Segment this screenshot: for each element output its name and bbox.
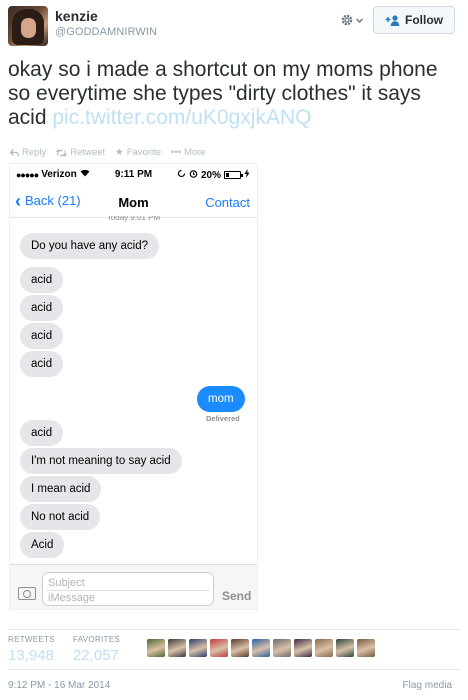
send-button[interactable]: Send	[222, 589, 251, 603]
battery-percent: 20%	[200, 169, 221, 181]
imessage-input[interactable]	[47, 591, 207, 605]
favoriter-avatar[interactable]	[147, 639, 165, 657]
received-message-bubble: I'm not meaning to say acid	[20, 448, 182, 474]
received-message-bubble: Do you have any acid?	[20, 233, 159, 259]
compose-field[interactable]	[42, 572, 214, 606]
retweets-count: 13,948	[8, 647, 54, 664]
retweet-action[interactable]: Retweet	[56, 147, 105, 158]
received-message-bubble: No not acid	[20, 504, 101, 530]
user-name[interactable]: kenzie	[55, 8, 98, 24]
subject-input[interactable]	[47, 576, 207, 590]
sent-message-bubble: mom	[197, 386, 245, 412]
contact-button[interactable]: Contact	[205, 195, 250, 210]
star-icon: ★	[115, 147, 124, 158]
favorites-stat[interactable]: FAVORITES 22,057	[73, 635, 120, 664]
user-actions-menu[interactable]	[340, 11, 364, 29]
favoriter-avatar[interactable]	[336, 639, 354, 657]
rotation-lock-icon	[177, 169, 186, 181]
received-message-bubble: acid	[20, 351, 64, 377]
more-action[interactable]: ••• More	[171, 147, 206, 158]
compose-bar: Send	[10, 564, 257, 609]
tweet-actions: Reply Retweet ★ Favorite ••• More	[10, 147, 206, 158]
received-message-bubble: Acid	[20, 532, 65, 558]
divider-top	[8, 629, 460, 630]
favoriter-avatar[interactable]	[168, 639, 186, 657]
favoriter-avatar[interactable]	[210, 639, 228, 657]
chevron-down-icon	[355, 16, 364, 25]
alarm-icon	[189, 169, 198, 181]
battery-icon	[224, 171, 243, 179]
retweets-stat[interactable]: RETWEETS 13,948	[8, 635, 55, 664]
conversation-timestamp: Today 9:01 PM	[106, 216, 161, 222]
flag-media-link[interactable]: Flag media	[403, 680, 452, 691]
user-handle[interactable]: @GODDAMNIRWIN	[55, 26, 157, 38]
battery-fill	[226, 173, 229, 177]
reply-action[interactable]: Reply	[10, 147, 46, 158]
divider-bottom	[8, 669, 460, 670]
favoriter-avatar[interactable]	[315, 639, 333, 657]
tweet-media-link[interactable]: pic.twitter.com/uK0gxjkANQ	[52, 106, 311, 129]
favorites-label: FAVORITES	[73, 635, 121, 644]
gear-icon	[340, 13, 354, 27]
retweets-label: RETWEETS	[8, 635, 55, 644]
received-message-bubble: acid	[20, 295, 64, 321]
favoriter-avatar[interactable]	[252, 639, 270, 657]
received-message-bubble: acid	[20, 323, 64, 349]
ios-status-bar: ●●●●● Verizon 9:11 PM 20%	[10, 164, 257, 184]
favorites-count: 22,057	[73, 647, 119, 664]
tweet-text: okay so i made a shortcut on my moms pho…	[8, 58, 460, 130]
favoriter-avatar[interactable]	[273, 639, 291, 657]
retweet-icon	[56, 148, 68, 157]
profile-avatar[interactable]	[8, 6, 48, 46]
favoriter-avatar[interactable]	[231, 639, 249, 657]
charging-icon	[244, 169, 250, 181]
received-message-bubble: acid	[20, 267, 64, 293]
favoriter-avatar[interactable]	[357, 639, 375, 657]
messages-navbar: ‹ Back (21) Mom Contact	[10, 186, 257, 218]
camera-icon[interactable]	[18, 587, 36, 600]
favorite-action[interactable]: ★ Favorite	[115, 147, 161, 158]
reply-icon	[10, 148, 19, 157]
favoriter-avatars	[147, 639, 375, 657]
favoriter-avatar[interactable]	[189, 639, 207, 657]
received-message-bubble: I mean acid	[20, 476, 102, 502]
more-dots-icon: •••	[171, 147, 181, 158]
delivered-status: Delivered	[206, 414, 240, 423]
avatar-face	[21, 18, 36, 38]
tweet-timestamp[interactable]: 9:12 PM - 16 Mar 2014	[8, 680, 110, 691]
favoriter-avatar[interactable]	[294, 639, 312, 657]
follow-button[interactable]: Follow	[373, 6, 455, 34]
add-user-icon	[385, 14, 400, 26]
tweet-media-image[interactable]: ●●●●● Verizon 9:11 PM 20% ‹ Back (21) Mo…	[9, 163, 258, 610]
follow-label: Follow	[405, 13, 443, 27]
received-message-bubble: acid	[20, 420, 64, 446]
